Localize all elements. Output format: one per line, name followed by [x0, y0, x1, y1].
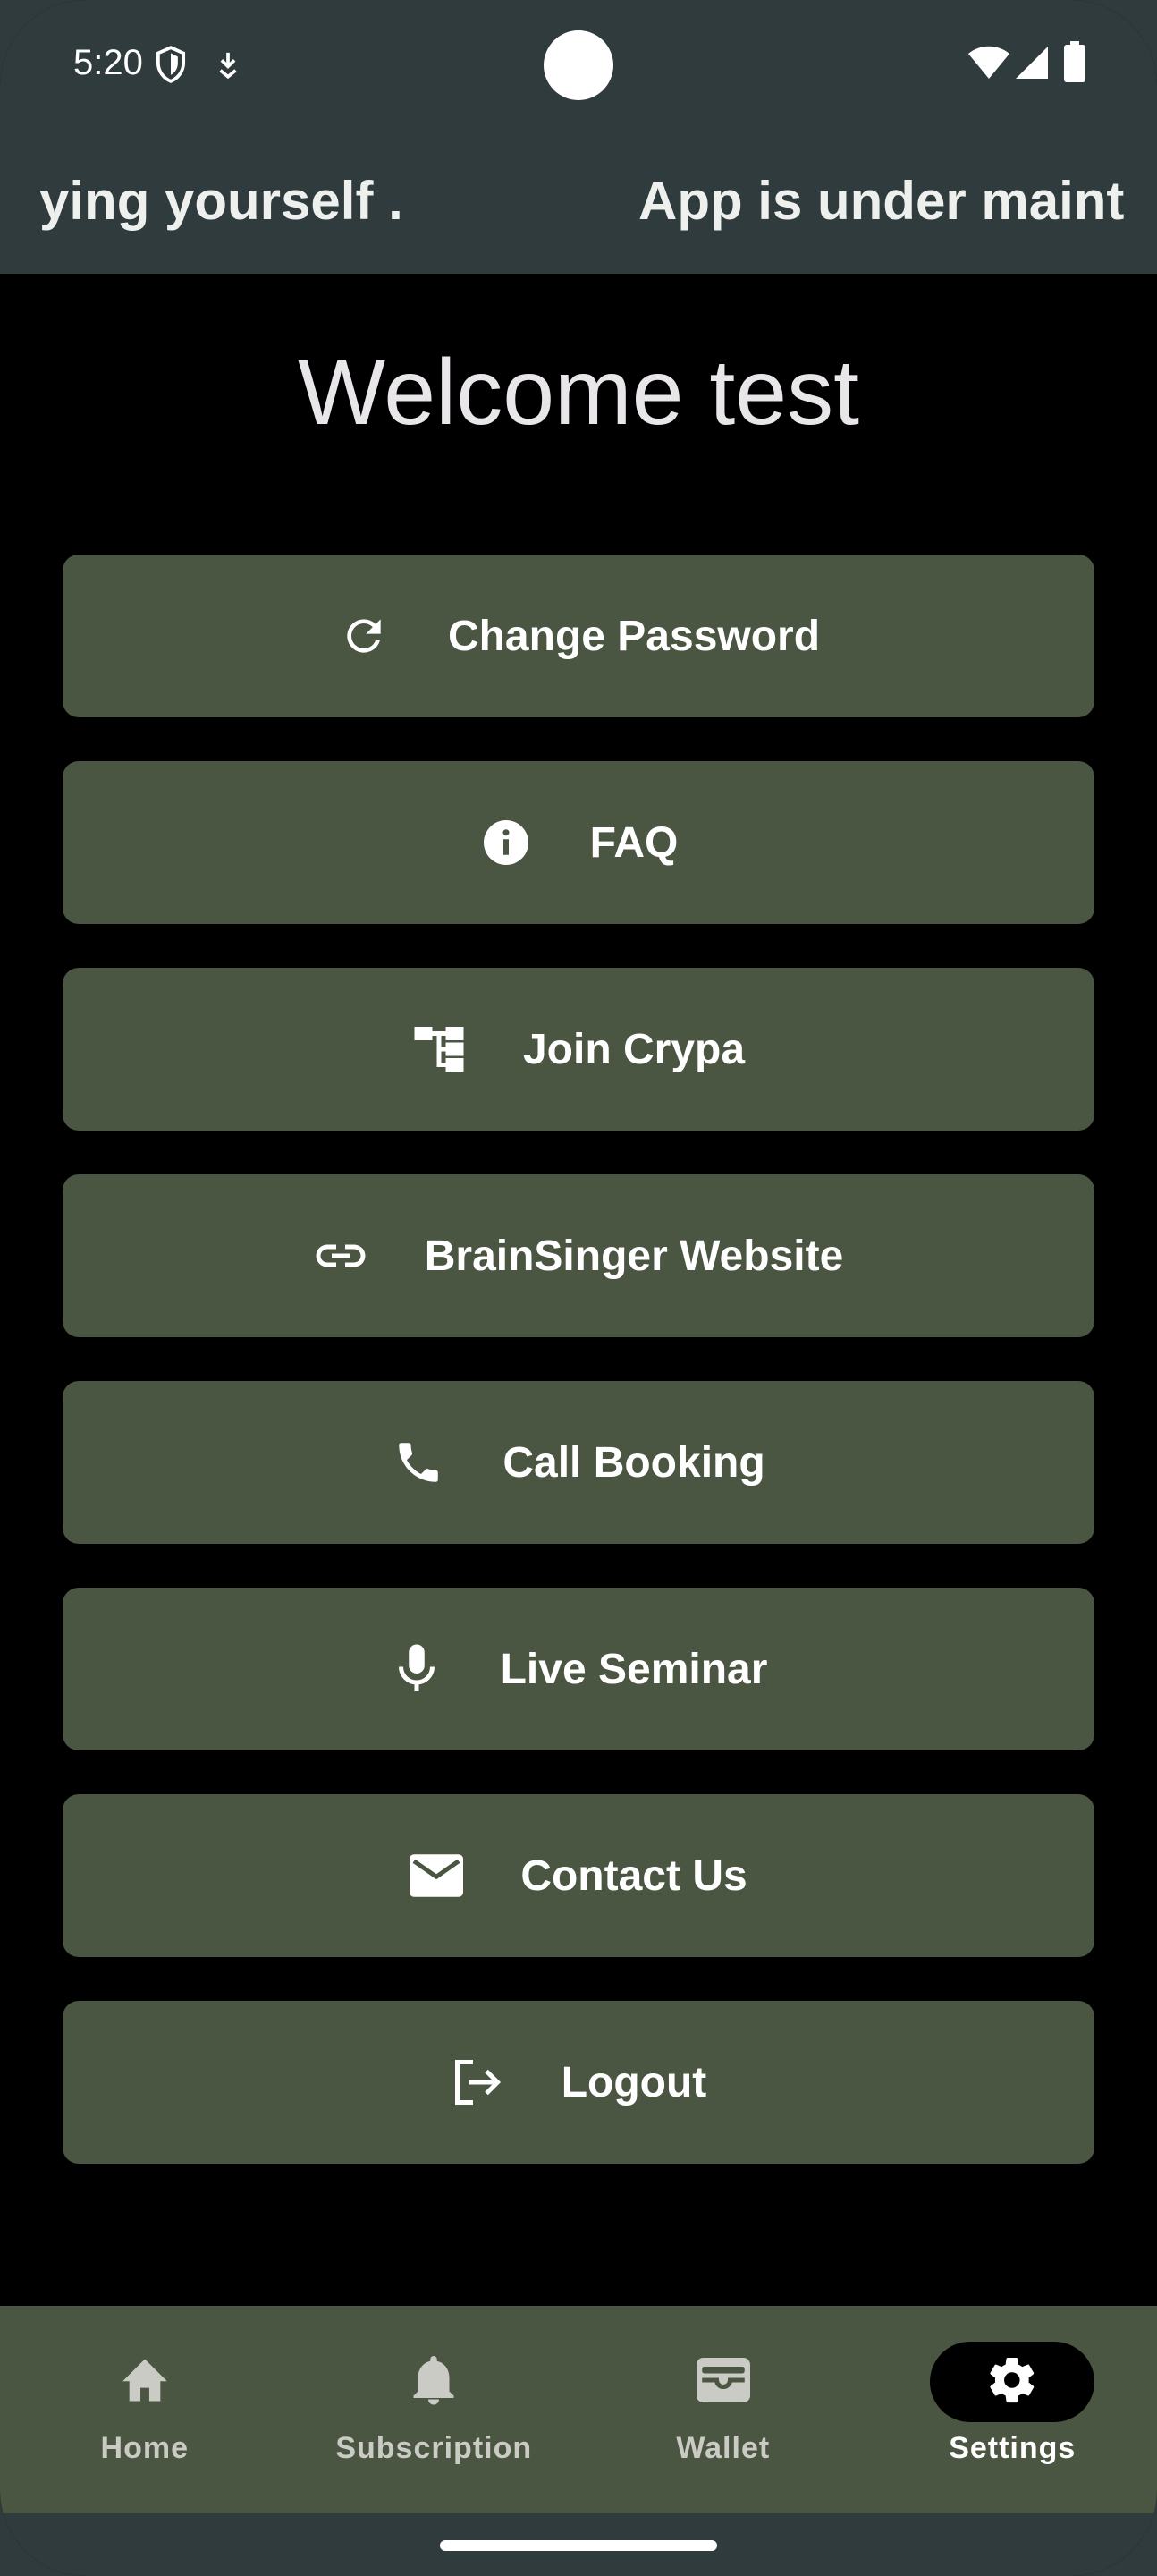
- nav-label-settings: Settings: [949, 2431, 1077, 2465]
- shield-icon: [154, 45, 188, 89]
- live-seminar-button[interactable]: Live Seminar: [63, 1588, 1094, 1750]
- refresh-icon: [337, 609, 391, 663]
- brainsinger-website-button[interactable]: BrainSinger Website: [63, 1174, 1094, 1337]
- nav-icon-container: [63, 2342, 227, 2422]
- faq-button[interactable]: FAQ: [63, 761, 1094, 924]
- bottom-navigation: Home Subscription Wallet Settings: [0, 2306, 1157, 2513]
- nav-label-subscription: Subscription: [335, 2431, 533, 2465]
- nav-item-home[interactable]: Home: [0, 2306, 290, 2513]
- battery-icon: [1064, 41, 1085, 87]
- marquee-text-right: App is under maint: [638, 171, 1125, 231]
- contact-us-button[interactable]: Contact Us: [63, 1794, 1094, 1957]
- download-arrow-icon: [215, 50, 241, 85]
- announcement-marquee: ying yourself . App is under maint: [0, 134, 1157, 274]
- logout-label: Logout: [561, 2058, 707, 2106]
- nav-label-home: Home: [100, 2431, 189, 2465]
- nav-item-wallet[interactable]: Wallet: [578, 2306, 868, 2513]
- hierarchy-icon: [412, 1022, 466, 1076]
- call-booking-label: Call Booking: [502, 1438, 765, 1487]
- bell-icon: [410, 2353, 457, 2411]
- home-icon: [118, 2357, 172, 2408]
- nav-icon-container: [641, 2342, 806, 2422]
- wallet-icon: [696, 2357, 750, 2407]
- mail-icon: [410, 1849, 464, 1902]
- change-password-button[interactable]: Change Password: [63, 555, 1094, 717]
- info-icon: [479, 816, 533, 869]
- gesture-handle[interactable]: [440, 2540, 717, 2551]
- wifi-icon: [967, 45, 1010, 85]
- nav-icon-container: [351, 2342, 516, 2422]
- nav-icon-container-active: [930, 2342, 1095, 2422]
- marquee-text-left: ying yourself .: [39, 171, 403, 231]
- microphone-icon: [390, 1642, 443, 1696]
- logout-icon: [451, 2055, 504, 2109]
- nav-item-subscription[interactable]: Subscription: [290, 2306, 579, 2513]
- status-time: 5:20: [73, 43, 143, 82]
- call-booking-button[interactable]: Call Booking: [63, 1381, 1094, 1544]
- join-crypa-button[interactable]: Join Crypa: [63, 968, 1094, 1131]
- live-seminar-label: Live Seminar: [500, 1645, 768, 1693]
- faq-label: FAQ: [589, 818, 679, 867]
- contact-us-label: Contact Us: [520, 1852, 747, 1900]
- join-crypa-label: Join Crypa: [522, 1025, 746, 1073]
- status-bar: 5:20: [0, 0, 1157, 134]
- camera-cutout: [544, 30, 613, 100]
- nav-label-wallet: Wallet: [676, 2431, 771, 2465]
- page-title: Welcome test: [297, 341, 860, 445]
- nav-item-settings[interactable]: Settings: [868, 2306, 1157, 2513]
- settings-screen: 5:20 ying yourself . App is under maint …: [0, 0, 1157, 2576]
- settings-menu: Change Password FAQ Join Crypa BrainSing…: [63, 555, 1094, 2207]
- change-password-label: Change Password: [447, 612, 821, 660]
- signal-icon: [1014, 45, 1050, 85]
- logout-button[interactable]: Logout: [63, 2001, 1094, 2164]
- link-icon: [314, 1229, 367, 1283]
- brainsinger-website-label: BrainSinger Website: [424, 1232, 844, 1280]
- gear-icon: [985, 2353, 1039, 2411]
- phone-icon: [392, 1436, 445, 1489]
